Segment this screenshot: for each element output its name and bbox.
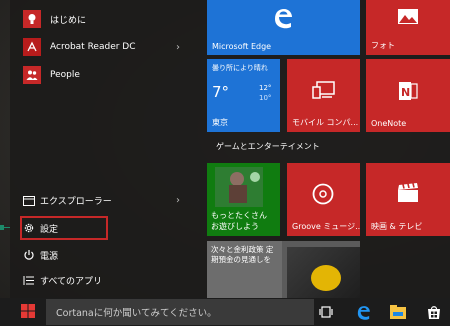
- folder-icon: [22, 193, 36, 207]
- taskbar: Cortanaに何か聞いてみてください。: [0, 298, 450, 326]
- tile-onenote[interactable]: N OneNote: [366, 59, 450, 132]
- start-menu: はじめに Acrobat Reader DC › People エクスプローラー…: [10, 0, 450, 298]
- system-item-power[interactable]: 電源: [10, 243, 206, 267]
- cortana-search-box[interactable]: Cortanaに何か聞いてみてください。: [46, 299, 314, 325]
- chevron-right-icon[interactable]: ›: [176, 195, 180, 206]
- chevron-right-icon[interactable]: ›: [176, 42, 180, 53]
- game-character-icon: [215, 167, 263, 209]
- xbox-line-1: もっとたくさん: [211, 211, 267, 220]
- settings-highlight: [20, 216, 108, 240]
- system-label: 電源: [40, 251, 59, 262]
- weather-high: 12°: [259, 84, 272, 92]
- pointer-dot: [0, 225, 4, 230]
- tile-edge[interactable]: Microsoft Edge: [207, 0, 360, 55]
- news-headline: 次々と金利政策 定期預金の見通しを: [211, 245, 274, 264]
- weather-condition: 曇り所により晴れ: [212, 64, 268, 72]
- edge-icon[interactable]: [354, 303, 372, 321]
- tile-label: Groove ミュージ...: [292, 222, 360, 231]
- edge-icon: [271, 6, 295, 32]
- tile-groove[interactable]: Groove ミュージ...: [287, 163, 360, 236]
- app-item-people[interactable]: People: [10, 62, 206, 88]
- tile-label: Microsoft Edge: [212, 42, 272, 51]
- photo-icon: [397, 8, 419, 27]
- groove-icon: [312, 183, 334, 207]
- tile-label: 映画 & テレビ: [371, 222, 423, 231]
- system-item-all-apps[interactable]: すべてのアプリ: [10, 268, 206, 292]
- tile-news[interactable]: 次々と金利政策 定期預金の見通しを: [207, 241, 360, 298]
- tile-weather[interactable]: 曇り所により晴れ 7° 12° 10° 東京: [207, 59, 280, 132]
- start-button[interactable]: [10, 298, 46, 326]
- weather-city: 東京: [212, 118, 228, 127]
- task-view-icon[interactable]: [317, 303, 335, 321]
- phone-pc-icon: [312, 81, 336, 101]
- app-label: People: [50, 70, 80, 80]
- start-left-column: はじめに Acrobat Reader DC › People エクスプローラー…: [10, 0, 206, 298]
- tile-phone-companion[interactable]: モバイル コンパ...: [287, 59, 360, 132]
- system-label: エクスプローラー: [40, 196, 112, 207]
- clapper-icon: [397, 183, 419, 205]
- tile-label: OneNote: [371, 119, 407, 128]
- app-label: はじめに: [50, 15, 87, 26]
- xbox-line-2: お遊びしよう: [211, 222, 259, 231]
- tile-label: モバイル コンパ...: [292, 118, 359, 127]
- weather-low: 10°: [259, 94, 272, 102]
- file-explorer-icon[interactable]: [389, 303, 407, 321]
- people-icon: [23, 66, 41, 84]
- system-label: すべてのアプリ: [40, 276, 103, 287]
- weather-temp: 7°: [212, 83, 230, 101]
- app-item-getstarted[interactable]: はじめに: [10, 6, 206, 32]
- acrobat-icon: [23, 38, 41, 56]
- list-icon: [22, 273, 36, 287]
- app-item-acrobat[interactable]: Acrobat Reader DC ›: [10, 34, 206, 60]
- store-icon[interactable]: [425, 303, 443, 321]
- search-placeholder: Cortanaに何か聞いてみてください。: [56, 308, 217, 319]
- group-label-games[interactable]: ゲームとエンターテイメント: [216, 141, 320, 152]
- system-item-explorer[interactable]: エクスプローラー ›: [10, 188, 206, 212]
- onenote-icon: N: [398, 81, 418, 103]
- lightbulb-icon: [23, 10, 41, 28]
- tile-movies-tv[interactable]: 映画 & テレビ: [366, 163, 450, 236]
- tile-photos[interactable]: フォト: [366, 0, 450, 55]
- tile-xbox[interactable]: もっとたくさん お遊びしよう: [207, 163, 280, 236]
- tile-label: フォト: [371, 41, 395, 50]
- app-label: Acrobat Reader DC: [50, 42, 136, 52]
- news-photo: [287, 247, 360, 298]
- power-icon: [22, 248, 36, 262]
- svg-text:N: N: [401, 86, 410, 99]
- windows-logo-icon: [21, 303, 35, 322]
